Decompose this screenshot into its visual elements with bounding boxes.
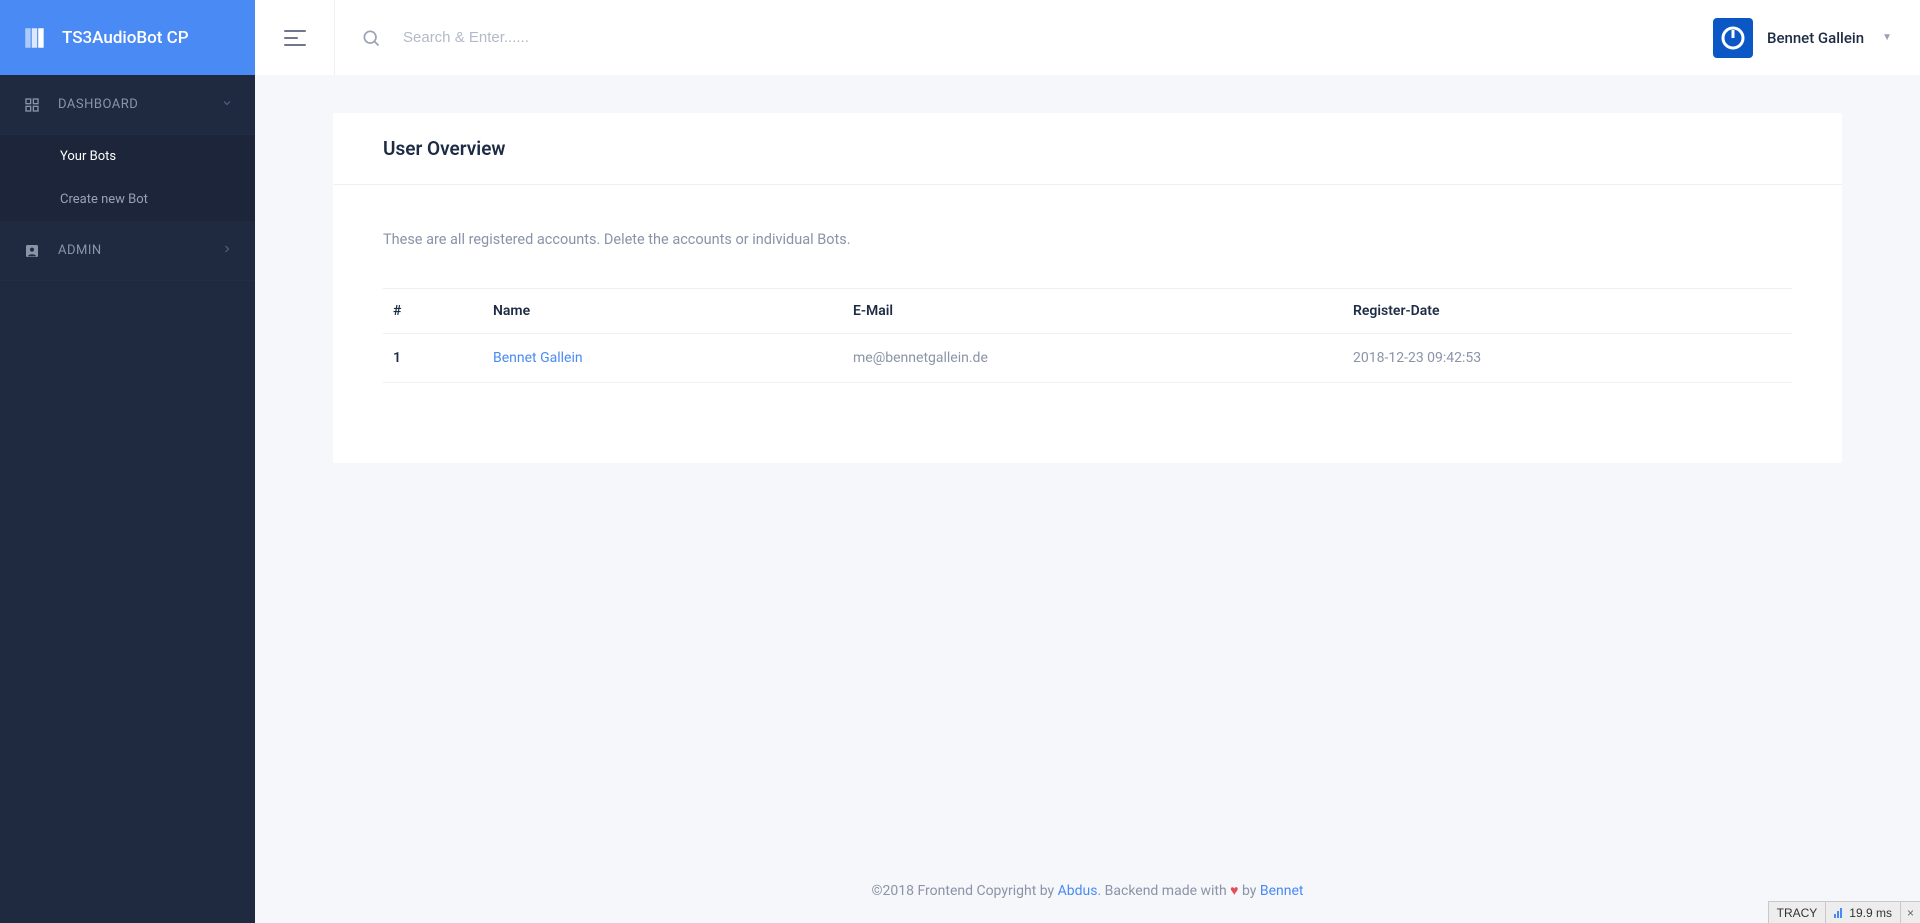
th-index: # (383, 289, 483, 334)
page-title: User Overview (383, 137, 1792, 160)
description-text: These are all registered accounts. Delet… (383, 231, 1792, 248)
sidebar-item-create-new-bot[interactable]: Create new Bot (0, 178, 255, 221)
users-table: # Name E-Mail Register-Date 1 Bennet Gal… (383, 288, 1792, 383)
card-header: User Overview (333, 113, 1842, 185)
brand-logo-icon (22, 25, 48, 51)
th-name: Name (483, 289, 843, 334)
sidebar-group-label: DASHBOARD (58, 97, 221, 112)
cell-email: me@bennetgallein.de (843, 334, 1343, 383)
cell-index: 1 (383, 334, 483, 383)
tracy-debug-bar[interactable]: TRACY 19.9 ms × (1768, 901, 1920, 923)
brand-title: TS3AudioBot CP (62, 28, 189, 48)
topbar: Bennet Gallein ▼ (255, 0, 1920, 75)
footer: ©2018 Frontend Copyright by Abdus. Backe… (255, 858, 1920, 923)
sidebar-group-dashboard[interactable]: DASHBOARD (0, 75, 255, 135)
tracy-close-button[interactable]: × (1900, 902, 1920, 923)
sidebar-submenu-dashboard: Your Bots Create new Bot (0, 135, 255, 221)
brand[interactable]: TS3AudioBot CP (0, 0, 255, 75)
tracy-time-value: 19.9 ms (1849, 906, 1892, 920)
bar-chart-icon (1834, 908, 1843, 918)
sidebar-group-admin[interactable]: ADMIN (0, 221, 255, 281)
power-icon (1721, 26, 1745, 50)
cell-name: Bennet Gallein (483, 334, 843, 383)
main-area: Bennet Gallein ▼ User Overview These are… (255, 0, 1920, 923)
cell-date: 2018-12-23 09:42:53 (1343, 334, 1792, 383)
footer-link-abdus[interactable]: Abdus (1058, 883, 1098, 899)
user-name-label: Bennet Gallein (1767, 29, 1864, 47)
dashboard-icon (22, 97, 42, 113)
tracy-label[interactable]: TRACY (1769, 902, 1826, 923)
footer-prefix: ©2018 Frontend Copyright by (872, 883, 1058, 899)
sidebar: TS3AudioBot CP DASHBOARD Your Bots Creat… (0, 0, 255, 923)
avatar (1713, 18, 1753, 58)
footer-by: by (1238, 883, 1259, 899)
user-overview-card: User Overview These are all registered a… (333, 113, 1842, 463)
tracy-time[interactable]: 19.9 ms (1825, 902, 1900, 923)
th-register-date: Register-Date (1343, 289, 1792, 334)
hamburger-icon (284, 30, 306, 46)
th-email: E-Mail (843, 289, 1343, 334)
chevron-down-icon (221, 97, 233, 113)
footer-link-bennet[interactable]: Bennet (1260, 883, 1304, 899)
search-area (335, 0, 1685, 75)
footer-mid: . Backend made with (1097, 883, 1230, 899)
table-row: 1 Bennet Gallein me@bennetgallein.de 201… (383, 334, 1792, 383)
admin-icon (22, 243, 42, 259)
sidebar-toggle-button[interactable] (255, 0, 335, 75)
user-name-link[interactable]: Bennet Gallein (493, 350, 583, 366)
chevron-right-icon (221, 243, 233, 259)
sidebar-item-your-bots[interactable]: Your Bots (0, 135, 255, 178)
search-input[interactable] (403, 29, 803, 46)
user-menu[interactable]: Bennet Gallein ▼ (1685, 0, 1920, 75)
caret-down-icon: ▼ (1882, 32, 1892, 43)
card-body: These are all registered accounts. Delet… (333, 185, 1842, 463)
sidebar-group-label: ADMIN (58, 243, 221, 258)
search-icon (361, 28, 381, 48)
content: User Overview These are all registered a… (255, 75, 1920, 858)
